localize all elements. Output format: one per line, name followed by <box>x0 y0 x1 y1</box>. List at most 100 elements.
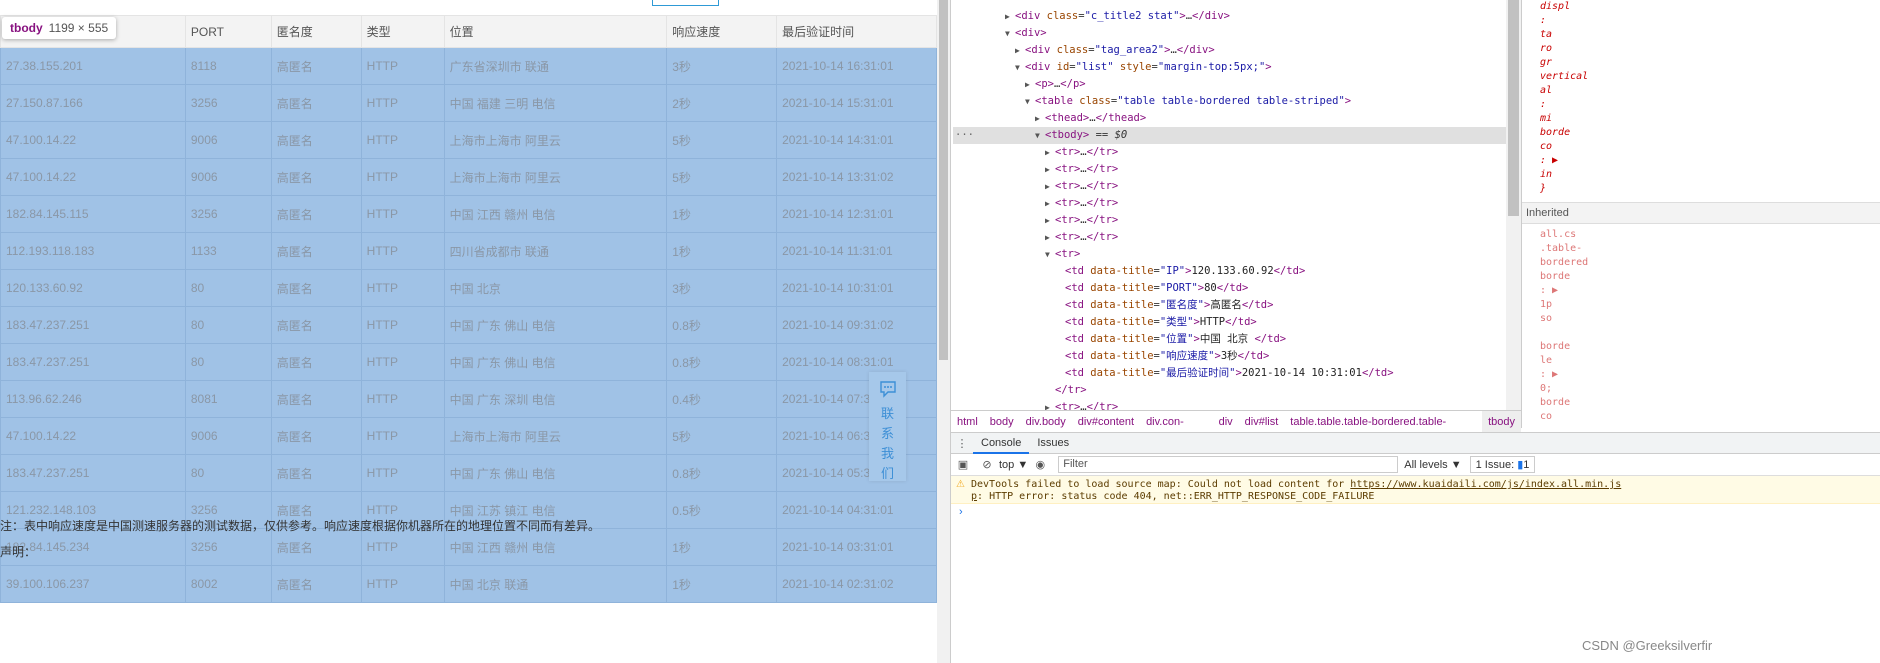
style-line: co <box>1540 411 1553 422</box>
drawer-tabs: ⋮ Console Issues <box>951 432 1880 454</box>
table-cell: HTTP <box>360 454 445 492</box>
dom-node[interactable]: ▼ <div id="list" style="margin-top:5px;"> <box>953 59 1506 76</box>
table-cell: 0.8秒 <box>666 306 778 344</box>
dom-node[interactable]: ▼ <tr> <box>953 246 1506 263</box>
table-cell: 0.5秒 <box>666 491 778 529</box>
table-cell: 四川省成都市 联通 <box>443 232 668 270</box>
breadcrumb-item[interactable]: table.table.table-bordered.table-striped <box>1284 411 1482 450</box>
table-cell: HTTP <box>360 306 445 344</box>
table-cell: 2021-10-14 03:31:01 <box>776 528 937 566</box>
elements-scrollbar[interactable] <box>1506 0 1521 412</box>
table-cell: 5秒 <box>666 121 778 159</box>
style-line: .table- <box>1540 243 1583 254</box>
table-cell: 80 <box>184 269 272 307</box>
top-button[interactable] <box>652 0 719 6</box>
inspect-tooltip: tbody 1199 × 555 <box>2 17 117 39</box>
breadcrumb: htmlbodydiv.bodydiv#contentdiv.con-bodyd… <box>951 410 1521 450</box>
breadcrumb-item[interactable]: div <box>1213 411 1239 433</box>
dom-node[interactable]: <td data-title="匿名度">高匿名</td> <box>953 297 1506 314</box>
console-prompt[interactable]: › <box>959 506 963 518</box>
table-cell: 80 <box>184 454 272 492</box>
table-row: 47.100.14.22 9006 高匿名 HTTP 上海市上海市 阿里云 5秒 2021-… <box>0 417 937 455</box>
dom-node[interactable]: ▶ <thead>…</thead> <box>953 110 1506 127</box>
dom-node[interactable]: ··· ▼ <tbody> == $0 <box>953 127 1506 144</box>
style-line <box>1522 326 1880 340</box>
declaration-label: 声明： <box>0 545 37 559</box>
dom-node[interactable]: ▼ <div> <box>953 25 1506 42</box>
table-cell: 中国 福建 三明 电信 <box>443 84 668 122</box>
dom-node[interactable]: <td data-title="最后验证时间">2021-10-14 10:31… <box>953 365 1506 382</box>
breadcrumb-item[interactable]: tbody <box>1482 410 1521 433</box>
dom-node[interactable]: <td data-title="响应速度">3秒</td> <box>953 348 1506 365</box>
dom-node[interactable]: ▶ <tr>…</tr> <box>953 144 1506 161</box>
dom-node[interactable]: <td data-title="IP">120.133.60.92</td> <box>953 263 1506 280</box>
table-cell: 47.100.14.22 <box>0 417 186 455</box>
table-cell: 120.133.60.92 <box>0 269 186 307</box>
style-line: in <box>1540 169 1553 180</box>
scrollbar-thumb[interactable] <box>939 0 948 360</box>
inherited-header: Inherited <box>1522 202 1880 224</box>
tooltip-size: 1199 × 555 <box>48 21 109 35</box>
tab-issues[interactable]: Issues <box>1029 433 1077 454</box>
table-cell: 高匿名 <box>270 343 362 381</box>
style-line: displ <box>1540 1 1571 12</box>
dom-node[interactable]: ▶ <tr>…</tr> <box>953 195 1506 212</box>
table-cell: HTTP <box>360 195 445 233</box>
style-line: ro <box>1540 43 1553 54</box>
table-cell: 3秒 <box>666 269 778 307</box>
issues-button[interactable]: 1 Issue: ▮1 <box>1469 456 1536 473</box>
table-cell: 47.100.14.22 <box>0 121 186 159</box>
table-cell: 9006 <box>184 417 272 455</box>
table-cell: 2021-10-14 07:31:01 <box>776 380 937 418</box>
dom-node[interactable]: ▶ <p>…</p> <box>953 76 1506 93</box>
dom-node[interactable]: <td data-title="位置">中国 北京 </td> <box>953 331 1506 348</box>
context-select[interactable]: top ▼ <box>999 459 1028 471</box>
dom-node[interactable]: </tr> <box>953 382 1506 399</box>
breadcrumb-item[interactable]: div#list <box>1239 411 1285 433</box>
breadcrumb-item[interactable]: div.con-body <box>1140 411 1213 450</box>
scrollbar-thumb[interactable] <box>1508 0 1519 216</box>
dom-node[interactable]: ▼ <table class="table table-bordered tabl… <box>953 93 1506 110</box>
dom-node[interactable]: ▶ <div class="c_title2 stat">…</div> <box>953 8 1506 25</box>
dom-node[interactable]: ▶ <tr>…</tr> <box>953 229 1506 246</box>
table-row: 47.100.14.22 9006 高匿名 HTTP 上海市上海市 阿里云 5秒 2021-… <box>0 158 937 196</box>
eye-icon[interactable]: ◉ <box>1028 458 1052 471</box>
style-line: ta <box>1540 29 1553 40</box>
style-line: 0; <box>1540 383 1553 394</box>
table-cell: 上海市上海市 阿里云 <box>443 121 668 159</box>
style-line: co <box>1540 141 1553 152</box>
dom-node[interactable]: <td data-title="PORT">80</td> <box>953 280 1506 297</box>
table-cell: 2021-10-14 13:31:02 <box>776 158 937 196</box>
filter-input[interactable]: Filter <box>1058 456 1399 473</box>
contact-us-button[interactable]: 联 系 我 们 <box>869 372 906 481</box>
sidebar-toggle-icon[interactable]: ▣ <box>951 458 975 471</box>
log-levels-select[interactable]: All levels ▼ <box>1404 459 1461 471</box>
watermark: CSDN @Greeksilverfir <box>1582 638 1713 653</box>
warning-icon: ⚠ <box>956 479 965 490</box>
breadcrumb-item[interactable]: div.body <box>1020 411 1072 433</box>
page-scrollbar[interactable] <box>937 0 950 663</box>
console-toolbar: ▣ ⊘ top ▼ ◉ Filter All levels ▼ 1 Issue:… <box>951 454 1880 476</box>
console-warning: ⚠ DevTools failed to load source map: Co… <box>951 476 1880 504</box>
table-cell: HTTP <box>360 380 445 418</box>
dom-node[interactable]: ▶ <div class="tag_area2">…</div> <box>953 42 1506 59</box>
clear-console-icon[interactable]: ⊘ <box>975 458 999 471</box>
source-map-link[interactable]: https://www.kuaidaili.com/js/index.all.m… <box>1350 479 1621 490</box>
table-cell: HTTP <box>360 158 445 196</box>
more-icon[interactable]: ⋮ <box>951 437 973 450</box>
elements-tree: ▶ <div class="c_title2 stat">…</div> ▼ <div… <box>953 0 1506 412</box>
dom-node[interactable]: ▶ <tr>…</tr> <box>953 161 1506 178</box>
table-cell: 27.150.87.166 <box>0 84 186 122</box>
dom-node[interactable]: ▶ <tr>…</tr> <box>953 178 1506 195</box>
table-cell: 中国 北京 <box>443 269 668 307</box>
dom-node[interactable]: ▶ <tr>…</tr> <box>953 212 1506 229</box>
table-cell: 中国 北京 联通 <box>443 565 668 603</box>
table-cell: 2021-10-14 12:31:01 <box>776 195 937 233</box>
breadcrumb-item[interactable]: div#content <box>1072 411 1140 433</box>
table-cell: 高匿名 <box>270 47 362 85</box>
breadcrumb-item[interactable]: html <box>951 411 984 433</box>
tab-console[interactable]: Console <box>973 433 1030 454</box>
dom-node[interactable]: <td data-title="类型">HTTP</td> <box>953 314 1506 331</box>
table-cell: 3256 <box>184 528 272 566</box>
breadcrumb-item[interactable]: body <box>984 411 1020 433</box>
